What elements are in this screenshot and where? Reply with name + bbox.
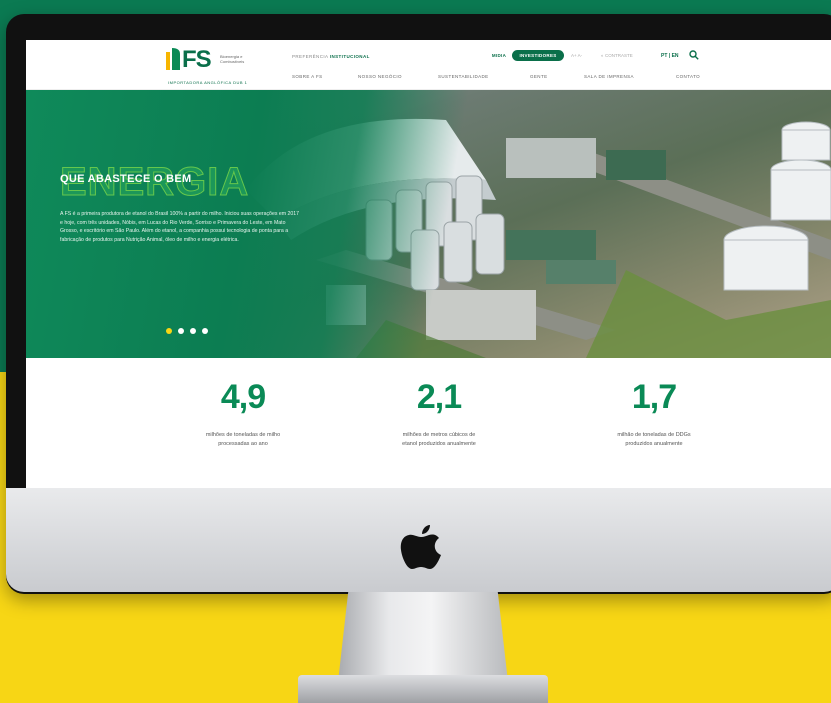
- profile-label: PREFERÊNCIA: [292, 54, 330, 59]
- hero-carousel: ENERGIA QUE ABASTECE O BEM A FS é a prim…: [26, 90, 831, 358]
- investidores-button[interactable]: INVESTIDORES: [512, 50, 564, 61]
- nav-item-contato[interactable]: CONTATO: [676, 74, 700, 79]
- stat-milho: 4,9 milhões de toneladas de milho proces…: [183, 378, 303, 449]
- website-screen: FS Bioenergia e Combustíveis IMPORTADORA…: [26, 40, 831, 488]
- hero-description: A FS é a primeira produtora de etanol do…: [60, 211, 300, 243]
- carousel-dot-1[interactable]: [166, 328, 172, 334]
- stat-value: 4,9: [220, 378, 266, 416]
- fs-logo[interactable]: FS Bioenergia e Combustíveis IMPORTADORA…: [166, 46, 256, 90]
- nav-item-negocio[interactable]: NOSSO NEGÓCIO: [358, 74, 402, 79]
- logo-tagline: IMPORTADORA ANGLÓFICA DUB 1: [168, 80, 248, 85]
- nav-item-sustentabilidade[interactable]: SUSTENTABILIDADE: [438, 74, 489, 79]
- stat-value: 2,1: [416, 378, 462, 416]
- nav-item-imprensa[interactable]: SALA DE IMPRENSA: [584, 74, 634, 79]
- stat-etanol: 2,1 milhões de metros cúbicos de etanol …: [379, 378, 499, 449]
- nav-item-sobre[interactable]: SOBRE A FS: [292, 74, 323, 79]
- apple-logo-icon: [400, 525, 441, 569]
- stats-section: 4,9 milhões de toneladas de milho proces…: [26, 358, 831, 488]
- monitor-stand-base: [298, 675, 548, 703]
- carousel-dot-3[interactable]: [190, 328, 196, 334]
- monitor-stand: [338, 592, 508, 682]
- stat-label: milhões de toneladas de milho processada…: [205, 432, 281, 447]
- site-header: FS Bioenergia e Combustíveis IMPORTADORA…: [26, 40, 831, 90]
- stat-label: milhão de toneladas de DDGs produzidos a…: [617, 432, 691, 447]
- midia-button[interactable]: MIDIA: [486, 50, 512, 61]
- profile-value: INSTITUCIONAL: [329, 54, 370, 59]
- carousel-dot-4[interactable]: [202, 328, 208, 334]
- stat-value: 1,7: [631, 378, 677, 416]
- profile-selector[interactable]: PREFERÊNCIA INSTITUCIONAL: [292, 54, 370, 59]
- stat-label: milhões de metros cúbicos de etanol prod…: [402, 432, 476, 447]
- contrast-toggle[interactable]: ◐ CONTRASTE: [601, 53, 633, 58]
- main-nav: SOBRE A FS NOSSO NEGÓCIO SUSTENTABILIDAD…: [292, 74, 712, 84]
- logo-mark-icon: [166, 48, 180, 70]
- search-icon[interactable]: [689, 50, 699, 60]
- stat-ddgs: 1,7 milhão de toneladas de DDGs produzid…: [594, 378, 714, 449]
- nav-item-gente[interactable]: GENTE: [530, 74, 548, 79]
- font-size-controls[interactable]: A+ A-: [571, 53, 582, 58]
- carousel-dot-2[interactable]: [178, 328, 184, 334]
- language-switcher[interactable]: PT | EN: [661, 53, 679, 59]
- hero-title: QUE ABASTECE O BEM: [60, 173, 192, 185]
- logo-text: FS: [182, 46, 212, 73]
- logo-subtitle: Bioenergia e Combustíveis: [220, 54, 245, 64]
